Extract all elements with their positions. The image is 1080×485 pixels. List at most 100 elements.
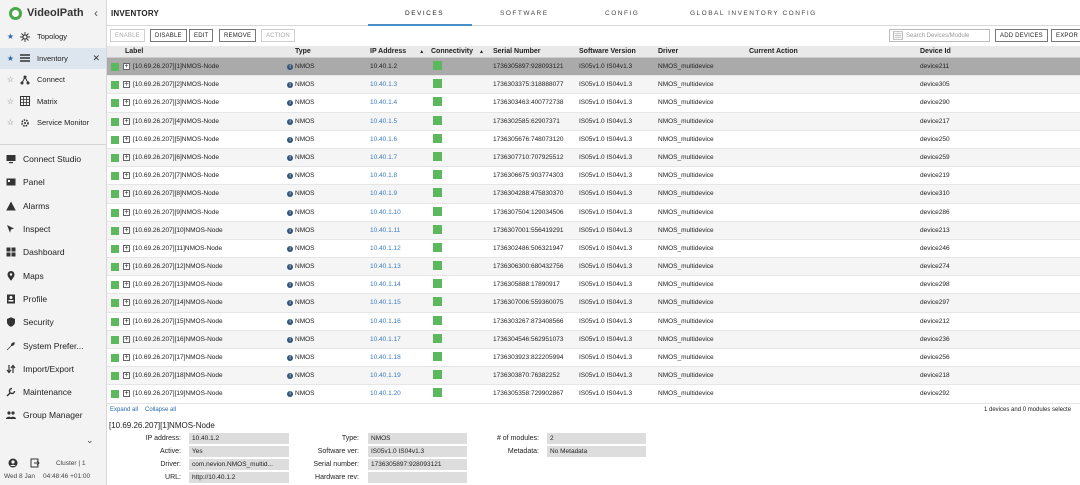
cell-ip[interactable]: 10.40.1.4 xyxy=(370,99,397,106)
sidebar-item-inventory[interactable]: ★ Inventory ✕ xyxy=(0,47,106,69)
expand-all-link[interactable]: Expand all xyxy=(110,407,138,413)
info-icon[interactable]: i xyxy=(287,173,293,180)
table-row[interactable]: + [10.69.26.207][18]NMOS-Node i NMOS 10.40.1… xyxy=(107,367,1080,386)
cell-ip[interactable]: 10.40.1.13 xyxy=(370,263,401,270)
cell-ip[interactable]: 10.40.1.3 xyxy=(370,81,397,88)
cell-ip[interactable]: 10.40.1.2 xyxy=(370,63,397,70)
expand-row-icon[interactable]: + xyxy=(123,172,130,180)
table-row[interactable]: + [10.69.26.207][6]NMOS-Node i NMOS 10.40.1.… xyxy=(107,148,1080,168)
nav-item-dashboard[interactable]: Dashboard xyxy=(0,241,106,264)
star-filled-icon[interactable]: ★ xyxy=(6,32,15,41)
expand-row-icon[interactable]: + xyxy=(123,135,130,143)
expand-row-icon[interactable]: + xyxy=(123,372,130,380)
collapse-all-link[interactable]: Collapse all xyxy=(145,407,176,413)
col-software[interactable]: Software Version xyxy=(579,48,636,55)
sidebar-item-topology[interactable]: ★ Topology xyxy=(0,26,106,48)
col-current-action[interactable]: Current Action xyxy=(749,48,798,55)
col-type[interactable]: Type xyxy=(295,48,311,55)
nav-item-group-manager[interactable]: Group Manager xyxy=(0,404,106,427)
cell-ip[interactable]: 10.40.1.10 xyxy=(370,209,401,216)
cell-ip[interactable]: 10.40.1.18 xyxy=(370,354,401,361)
info-icon[interactable]: i xyxy=(287,209,293,216)
user-icon[interactable] xyxy=(8,458,18,468)
expand-row-icon[interactable]: + xyxy=(123,208,130,216)
info-icon[interactable]: i xyxy=(287,191,293,198)
col-serial[interactable]: Serial Number xyxy=(493,48,540,55)
nav-item-connect-studio[interactable]: Connect Studio xyxy=(0,148,106,171)
table-row[interactable]: + [10.69.26.207][1]NMOS-Node i NMOS 10.40.1.… xyxy=(107,58,1080,77)
table-row[interactable]: + [10.69.26.207][17]NMOS-Node i NMOS 10.40.1… xyxy=(107,349,1080,368)
col-label[interactable]: Label xyxy=(125,48,143,55)
nav-item-maps[interactable]: Maps xyxy=(0,264,106,287)
collapse-sidebar-icon[interactable]: ‹ xyxy=(94,6,98,20)
table-row[interactable]: + [10.69.26.207][8]NMOS-Node i NMOS 10.40.1.… xyxy=(107,185,1080,204)
expand-row-icon[interactable]: + xyxy=(123,99,130,107)
info-icon[interactable]: i xyxy=(287,282,293,289)
cell-ip[interactable]: 10.40.1.20 xyxy=(370,390,401,397)
cell-ip[interactable]: 10.40.1.12 xyxy=(370,245,401,252)
cell-ip[interactable]: 10.40.1.19 xyxy=(370,372,401,379)
cell-ip[interactable]: 10.40.1.9 xyxy=(370,190,397,197)
info-icon[interactable]: i xyxy=(287,100,293,107)
table-row[interactable]: + [10.69.26.207][12]NMOS-Node i NMOS 10.40.1… xyxy=(107,258,1080,277)
tab-config[interactable]: CONFIG xyxy=(605,10,639,17)
expand-row-icon[interactable]: + xyxy=(123,244,130,252)
cell-ip[interactable]: 10.40.1.8 xyxy=(370,172,397,179)
info-icon[interactable]: i xyxy=(287,64,293,70)
cell-ip[interactable]: 10.40.1.14 xyxy=(370,281,401,288)
info-icon[interactable]: i xyxy=(287,154,293,161)
remove-button[interactable]: REMOVE xyxy=(219,29,257,42)
tab-software[interactable]: SOFTWARE xyxy=(500,10,549,17)
chevron-down-icon[interactable]: ⌄ xyxy=(86,435,94,446)
expand-row-icon[interactable]: + xyxy=(123,281,130,289)
cell-ip[interactable]: 10.40.1.15 xyxy=(370,299,401,306)
info-icon[interactable]: i xyxy=(287,118,293,125)
export-button[interactable]: EXPOR xyxy=(1051,29,1080,42)
info-icon[interactable]: i xyxy=(287,391,293,398)
table-row[interactable]: + [10.69.26.207][16]NMOS-Node i NMOS 10.40.1… xyxy=(107,330,1080,349)
info-icon[interactable]: i xyxy=(287,355,293,361)
table-row[interactable]: + [10.69.26.207][2]NMOS-Node i NMOS 10.40.1.… xyxy=(107,76,1080,95)
table-row[interactable]: + [10.69.26.207][14]NMOS-Node i NMOS 10.40.1… xyxy=(107,294,1080,313)
enable-button[interactable]: ENABLE xyxy=(110,29,145,42)
search-input[interactable]: Search Devices/Module xyxy=(889,29,990,42)
edit-button[interactable]: EDIT xyxy=(189,29,214,42)
close-icon[interactable]: ✕ xyxy=(92,53,100,64)
info-icon[interactable]: i xyxy=(287,136,293,143)
table-row[interactable]: + [10.69.26.207][9]NMOS-Node i NMOS 10.40.1.… xyxy=(107,204,1080,222)
star-filled-icon[interactable]: ★ xyxy=(6,54,15,63)
info-icon[interactable]: i xyxy=(287,373,293,380)
table-row[interactable]: + [10.69.26.207][7]NMOS-Node i NMOS 10.40.1.… xyxy=(107,167,1080,186)
cell-ip[interactable]: 10.40.1.5 xyxy=(370,118,397,125)
info-icon[interactable]: i xyxy=(287,264,293,271)
expand-row-icon[interactable]: + xyxy=(123,335,130,343)
info-icon[interactable]: i xyxy=(287,82,293,89)
table-row[interactable]: + [10.69.26.207][10]NMOS-Node i NMOS 10.40.1… xyxy=(107,221,1080,240)
expand-row-icon[interactable]: + xyxy=(123,81,130,89)
cell-ip[interactable]: 10.40.1.16 xyxy=(370,318,401,325)
cell-ip[interactable]: 10.40.1.7 xyxy=(370,154,397,161)
info-icon[interactable]: i xyxy=(287,336,293,343)
nav-item-inspect[interactable]: Inspect xyxy=(0,217,106,240)
table-row[interactable]: + [10.69.26.207][19]NMOS-Node i NMOS 10.40.1… xyxy=(107,385,1080,404)
sidebar-item-connect[interactable]: ☆ Connect xyxy=(0,69,106,91)
expand-row-icon[interactable]: + xyxy=(123,153,130,161)
add-devices-button[interactable]: ADD DEVICES xyxy=(995,29,1048,42)
table-row[interactable]: + [10.69.26.207][4]NMOS-Node i NMOS 10.40.1.… xyxy=(107,112,1080,131)
table-row[interactable]: + [10.69.26.207][13]NMOS-Node i NMOS 10.40.1… xyxy=(107,276,1080,295)
logout-icon[interactable] xyxy=(30,458,40,468)
sidebar-item-matrix[interactable]: ☆ Matrix xyxy=(0,91,106,113)
expand-row-icon[interactable]: + xyxy=(123,317,130,325)
info-icon[interactable]: i xyxy=(287,245,293,252)
star-outline-icon[interactable]: ☆ xyxy=(6,97,15,106)
disable-button[interactable]: DISABLE xyxy=(150,29,187,42)
cell-ip[interactable]: 10.40.1.11 xyxy=(370,227,400,234)
col-connectivity[interactable]: Connectivity ▲ xyxy=(431,48,484,55)
nav-item-profile[interactable]: Profile xyxy=(0,287,106,310)
nav-item-panel[interactable]: Panel xyxy=(0,171,106,194)
cell-ip[interactable]: 10.40.1.17 xyxy=(370,336,401,343)
nav-item-security[interactable]: Security xyxy=(0,311,106,334)
star-outline-icon[interactable]: ☆ xyxy=(6,118,15,127)
info-icon[interactable]: i xyxy=(287,318,293,325)
table-row[interactable]: + [10.69.26.207][15]NMOS-Node i NMOS 10.40.1… xyxy=(107,313,1080,331)
